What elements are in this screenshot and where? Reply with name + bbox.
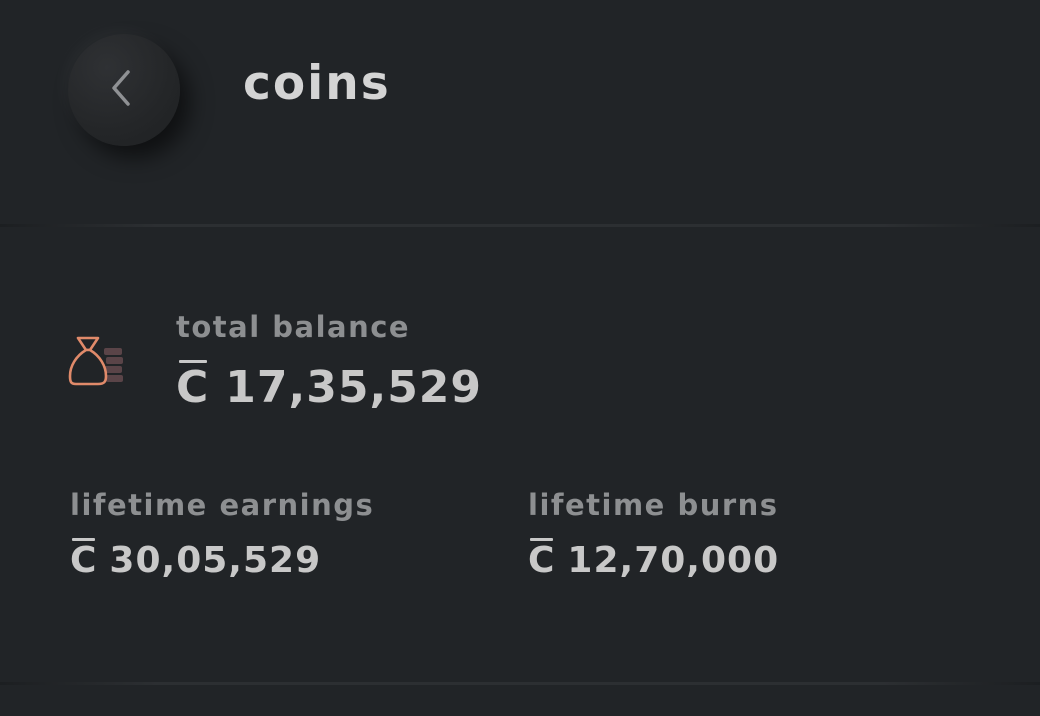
lifetime-burns-amount: 12,70,000: [567, 540, 780, 581]
coin-bag-icon: [66, 336, 126, 390]
total-balance-value: C 17,35,529: [176, 360, 483, 413]
divider: [0, 682, 1040, 685]
coins-page: coins total balance C 17,35,529 lifetime…: [0, 0, 1040, 716]
coin-currency-icon: C: [70, 538, 98, 581]
total-balance-label: total balance: [176, 310, 411, 344]
lifetime-earnings-value: C 30,05,529: [70, 538, 322, 581]
lifetime-burns-label: lifetime burns: [528, 488, 779, 522]
lifetime-earnings-amount: 30,05,529: [109, 540, 322, 581]
header: coins: [0, 0, 1040, 226]
total-balance-amount: 17,35,529: [225, 362, 483, 413]
lifetime-burns-value: C 12,70,000: [528, 538, 780, 581]
divider: [0, 224, 1040, 227]
page-title: coins: [243, 56, 391, 111]
coin-currency-icon: C: [528, 538, 556, 581]
chevron-left-icon: [112, 70, 134, 108]
lifetime-earnings-label: lifetime earnings: [70, 488, 375, 522]
coin-currency-icon: C: [176, 360, 210, 413]
back-button[interactable]: [68, 34, 180, 146]
